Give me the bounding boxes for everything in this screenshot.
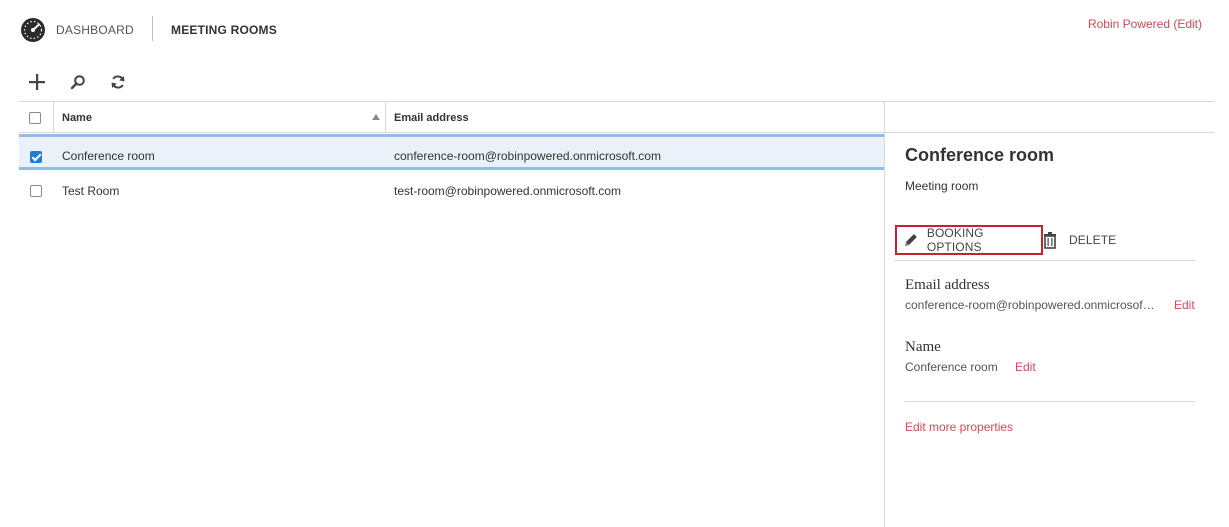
row-email: conference-room@robinpowered.onmicrosoft…: [394, 149, 661, 163]
details-subtitle: Meeting room: [905, 179, 979, 193]
search-button[interactable]: [67, 71, 89, 93]
trash-icon: [1044, 232, 1056, 249]
column-header-name[interactable]: Name: [62, 112, 92, 124]
booking-options-label: BOOKING OPTIONS: [926, 226, 984, 254]
table-header: Name Email address: [19, 101, 885, 133]
details-actions: BOOKING OPTIONS DELETE: [895, 225, 1195, 261]
delete-button[interactable]: DELETE: [1043, 229, 1116, 251]
column-divider: [53, 102, 54, 133]
row-name: Test Room: [62, 184, 120, 198]
column-divider: [385, 102, 386, 133]
nav-dashboard-link[interactable]: DASHBOARD: [56, 23, 134, 37]
details-title: Conference room: [905, 145, 1055, 165]
pencil-icon: [904, 234, 917, 246]
booking-options-button[interactable]: BOOKING OPTIONS: [895, 225, 1043, 255]
nav-divider: [152, 16, 153, 41]
column-header-email[interactable]: Email address: [394, 112, 469, 124]
plus-icon: [29, 74, 45, 90]
name-property-label: Name: [905, 339, 941, 355]
select-all-checkbox[interactable]: [29, 112, 41, 124]
add-button[interactable]: [26, 71, 48, 93]
row-checkbox[interactable]: [30, 151, 42, 163]
row-checkbox[interactable]: [30, 185, 42, 197]
email-property-value: conference-room@robinpowered.onmicrosoft…: [905, 298, 1157, 312]
refresh-button[interactable]: [107, 71, 129, 93]
search-icon: [70, 75, 85, 90]
top-nav: DASHBOARD MEETING ROOMS Robin Powered (E…: [0, 0, 1229, 62]
pane-splitter[interactable]: [884, 101, 885, 527]
pane-top-border: [885, 101, 1214, 102]
meeting-rooms-table: Name Email address Conference room confe…: [19, 101, 885, 527]
name-property-value: Conference room: [905, 360, 998, 374]
table-row[interactable]: Conference room conference-room@robinpow…: [19, 134, 885, 170]
delete-label: DELETE: [1069, 233, 1117, 247]
sort-ascending-icon: [372, 114, 380, 120]
table-row[interactable]: Test Room test-room@robinpowered.onmicro…: [19, 173, 885, 209]
row-name: Conference room: [62, 149, 155, 163]
details-divider: [905, 401, 1195, 402]
edit-more-properties-link[interactable]: Edit more properties: [905, 420, 1013, 434]
refresh-icon: [111, 75, 125, 89]
nav-meeting-rooms[interactable]: MEETING ROOMS: [171, 23, 277, 37]
row-email: test-room@robinpowered.onmicrosoft.com: [394, 184, 621, 198]
email-property-label: Email address: [905, 277, 990, 293]
edit-email-link[interactable]: Edit: [1174, 298, 1195, 312]
edit-name-link[interactable]: Edit: [1015, 360, 1036, 374]
dashboard-gauge-icon[interactable]: [20, 17, 46, 43]
pane-header-border: [885, 132, 1214, 133]
user-edit-link[interactable]: Robin Powered (Edit): [1088, 17, 1202, 31]
